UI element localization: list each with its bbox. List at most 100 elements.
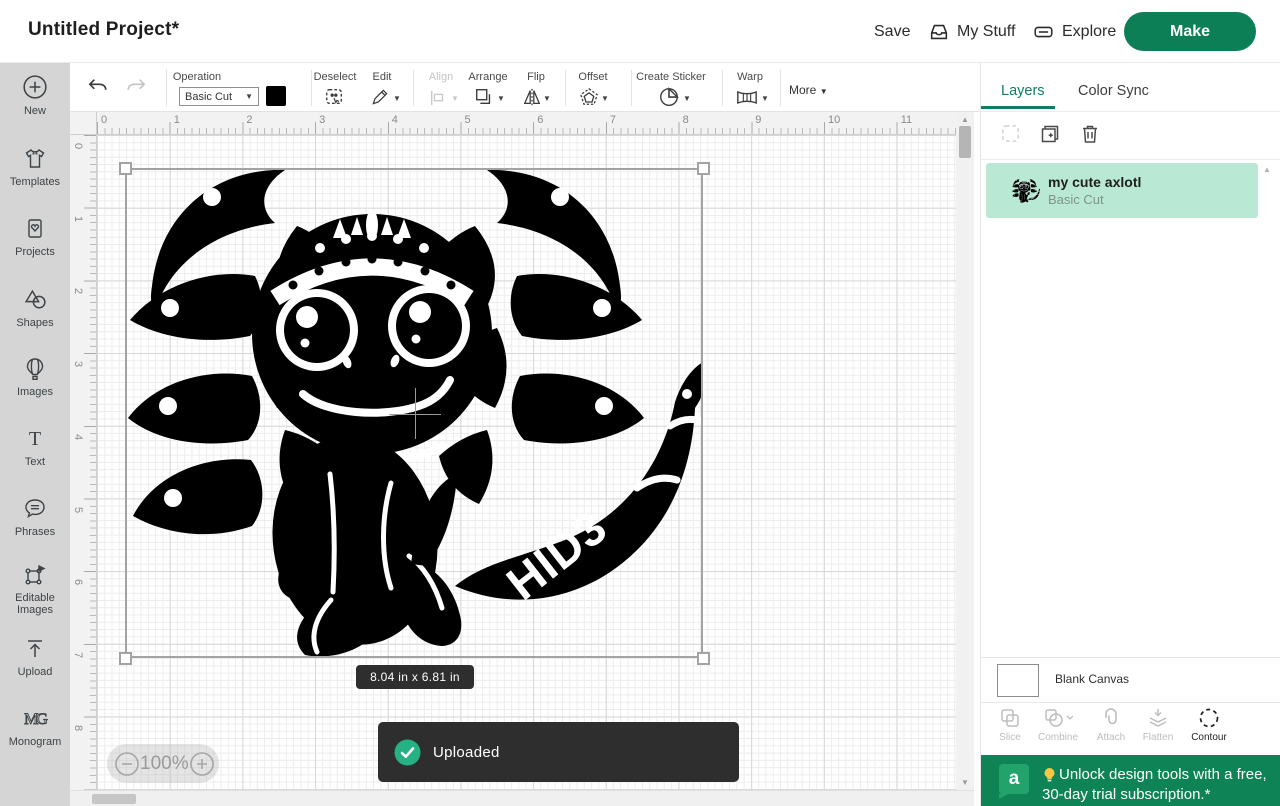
duplicate-icon[interactable]	[1039, 123, 1061, 145]
text-icon: T	[23, 427, 47, 451]
upload-icon	[23, 637, 47, 661]
selection-handle-bottom-right[interactable]	[697, 652, 710, 665]
tab-color-sync[interactable]: Color Sync	[1078, 83, 1149, 99]
canvas-vertical-scrollbar[interactable]: ▲ ▼	[956, 112, 974, 790]
svg-text:T: T	[29, 428, 41, 450]
banner-line2: 30-day trial subscription.*	[1042, 786, 1210, 803]
trash-icon[interactable]	[1080, 123, 1100, 145]
arrange-dropdown-caret[interactable]: ▼	[497, 94, 505, 103]
selection-handle-top-right[interactable]	[697, 162, 710, 175]
check-circle-icon	[394, 739, 421, 766]
flip-dropdown-caret[interactable]: ▼	[543, 94, 551, 103]
create-sticker-icon[interactable]	[658, 86, 680, 108]
banner-line1: Unlock design tools with a free,	[1059, 766, 1267, 783]
tshirt-icon	[23, 147, 47, 171]
vertical-scrollbar-thumb[interactable]	[959, 126, 971, 158]
tab-layers[interactable]: Layers	[1001, 83, 1045, 99]
undo-button[interactable]	[87, 77, 109, 97]
edit-dropdown-caret[interactable]: ▼	[393, 94, 401, 103]
contour-icon	[1197, 707, 1221, 729]
deselect-icon[interactable]	[323, 87, 345, 107]
phrases-bubble-icon	[23, 497, 47, 521]
horizontal-ruler: 0 1 2 3 4 5 6 7 8 9 10 11	[97, 112, 956, 135]
zoom-out-button[interactable]	[114, 751, 140, 777]
explore-button[interactable]: Explore	[1032, 17, 1116, 47]
app-header: Untitled Project* Save My Stuff Explore …	[0, 0, 1280, 63]
warp-icon[interactable]	[736, 89, 758, 106]
more-menu-button[interactable]: More ▼	[789, 83, 828, 97]
ruler-corner	[70, 112, 97, 135]
sidebar-item-monogram[interactable]: MG Monogram	[0, 707, 70, 748]
active-tab-underline	[981, 106, 1055, 109]
align-label: Align	[429, 71, 453, 83]
inbox-icon	[928, 21, 950, 43]
warp-dropdown-caret[interactable]: ▼	[761, 94, 769, 103]
sidebar-item-new[interactable]: New	[0, 74, 70, 117]
align-dropdown-caret: ▼	[451, 94, 459, 103]
sidebar-item-upload[interactable]: Upload	[0, 637, 70, 678]
cricut-access-badge: a	[999, 764, 1029, 794]
sidebar-item-images[interactable]: Images	[0, 357, 70, 398]
create-sticker-dropdown-caret[interactable]: ▼	[683, 94, 691, 103]
layer-row-my-cute-axlotl[interactable]: my cute axlotl Basic Cut	[986, 163, 1258, 218]
arrange-icon[interactable]	[474, 87, 494, 107]
zoom-in-button[interactable]	[189, 751, 215, 777]
slice-button: Slice	[985, 707, 1035, 743]
scroll-down-arrow[interactable]: ▼	[961, 778, 969, 787]
offset-label: Offset	[578, 71, 607, 83]
arrange-label: Arrange	[468, 71, 507, 83]
offset-icon[interactable]	[579, 87, 599, 107]
lightbulb-icon	[1043, 767, 1056, 784]
my-stuff-button[interactable]: My Stuff	[928, 17, 1015, 47]
flatten-button: Flatten	[1133, 707, 1183, 743]
axolotl-artwork[interactable]	[125, 168, 703, 658]
zoom-control: 100%	[107, 744, 219, 783]
layer-operation-type: Basic Cut	[1048, 192, 1141, 207]
slice-icon	[999, 707, 1021, 729]
editable-images-icon	[23, 563, 47, 587]
sidebar-item-templates[interactable]: Templates	[0, 147, 70, 188]
sidebar-item-editable-images[interactable]: Editable Images	[0, 563, 70, 616]
balloon-icon	[23, 357, 47, 381]
new-plus-icon	[22, 74, 48, 100]
selection-handle-top-left[interactable]	[119, 162, 132, 175]
svg-text:MG: MG	[24, 711, 48, 728]
layers-scroll-up-arrow[interactable]: ▲	[1263, 165, 1271, 174]
edit-label: Edit	[373, 71, 392, 83]
edit-pencil-icon[interactable]	[370, 87, 390, 107]
layer-actions-bar: Slice Combine Attach Flatten Contour	[981, 702, 1280, 755]
layers-panel: Layers Color Sync my cute axlotl Basic C…	[980, 63, 1280, 806]
save-button[interactable]: Save	[874, 17, 910, 47]
attach-button: Attach	[1086, 707, 1136, 743]
cricut-machine-icon	[1032, 21, 1055, 43]
create-sticker-label: Create Sticker	[636, 71, 706, 83]
offset-dropdown-caret[interactable]: ▼	[601, 94, 609, 103]
sidebar-item-shapes[interactable]: Shapes	[0, 287, 70, 329]
warp-label: Warp	[737, 71, 763, 83]
sidebar-item-text[interactable]: T Text	[0, 427, 70, 468]
flip-icon[interactable]	[522, 87, 542, 107]
horizontal-scrollbar-thumb[interactable]	[92, 794, 136, 804]
sidebar-item-phrases[interactable]: Phrases	[0, 497, 70, 538]
operation-select[interactable]: Basic Cut▼	[179, 87, 259, 106]
cricut-design-space-app: Untitled Project* Save My Stuff Explore …	[0, 0, 1280, 806]
canvas-center-crosshair-vertical	[415, 388, 416, 439]
trial-subscription-banner[interactable]: a Unlock design tools with a free, 30-da…	[981, 755, 1280, 806]
contour-button[interactable]: Contour	[1184, 707, 1234, 743]
monogram-icon: MG	[22, 707, 48, 731]
canvas-horizontal-scrollbar[interactable]	[70, 790, 974, 806]
edit-toolbar: Operation Basic Cut▼ Deselect Edit ▼ Ali…	[70, 63, 980, 112]
left-sidebar: New Templates Projects Shapes Images T T…	[0, 63, 70, 806]
toast-message: Uploaded	[433, 744, 500, 761]
layer-thumbnail	[1012, 179, 1040, 203]
selection-handle-bottom-left[interactable]	[119, 652, 132, 665]
redo-button[interactable]	[125, 77, 147, 97]
fill-color-swatch[interactable]	[266, 86, 286, 106]
make-button[interactable]: Make	[1124, 12, 1256, 51]
paperclip-icon	[1099, 707, 1123, 729]
scroll-up-arrow[interactable]: ▲	[961, 115, 969, 124]
canvas-background-row: Blank Canvas	[981, 657, 1280, 702]
sidebar-item-projects[interactable]: Projects	[0, 217, 70, 258]
blank-canvas-swatch[interactable]	[997, 664, 1039, 697]
operation-label: Operation	[173, 71, 221, 83]
